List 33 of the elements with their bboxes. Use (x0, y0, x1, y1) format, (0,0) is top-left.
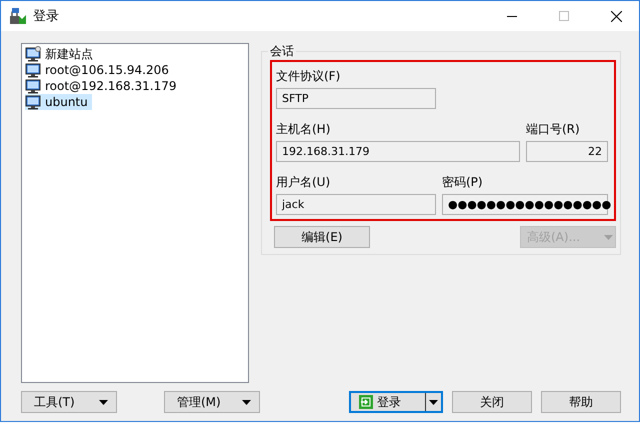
port-field[interactable]: 22 (526, 141, 608, 162)
host-field[interactable]: 192.168.31.179 (276, 141, 520, 162)
maximize-icon (559, 11, 569, 21)
close-dialog-button[interactable]: 关闭 (452, 391, 532, 413)
lock-icon (9, 7, 27, 25)
manage-button[interactable]: 管理(M) (164, 391, 260, 413)
field-label: 端口号(R) (526, 121, 581, 138)
tools-button[interactable]: 工具(T) (21, 391, 117, 413)
caret-icon (429, 400, 438, 404)
new-site-icon (25, 46, 41, 62)
caret-icon (99, 400, 108, 404)
close-icon (610, 10, 622, 22)
site-item[interactable]: root@106.15.94.206 (25, 62, 173, 78)
field-label: 主机名(H) (276, 121, 332, 138)
window-title: 登录 (33, 8, 60, 25)
edit-button[interactable]: 编辑(E) (274, 226, 370, 248)
protocol-field[interactable]: SFTP (276, 88, 436, 109)
site-item[interactable]: 新建站点 (25, 46, 97, 62)
enter-icon (359, 395, 373, 409)
field-label: 文件协议(F) (276, 68, 342, 85)
login-button[interactable]: 登录 (349, 391, 443, 413)
monitor-icon (25, 94, 41, 110)
caret-icon (242, 400, 251, 404)
username-field[interactable]: jack (276, 194, 436, 215)
group-title: 会话 (268, 43, 296, 60)
field-label: 密码(P) (442, 174, 484, 191)
field-label: 用户名(U) (276, 174, 332, 191)
monitor-icon (25, 78, 41, 94)
site-item[interactable]: ubuntu (25, 94, 92, 110)
help-button[interactable]: 帮助 (541, 391, 621, 413)
monitor-icon (25, 62, 41, 78)
site-item[interactable]: root@192.168.31.179 (25, 78, 180, 94)
caret-icon (604, 234, 613, 240)
